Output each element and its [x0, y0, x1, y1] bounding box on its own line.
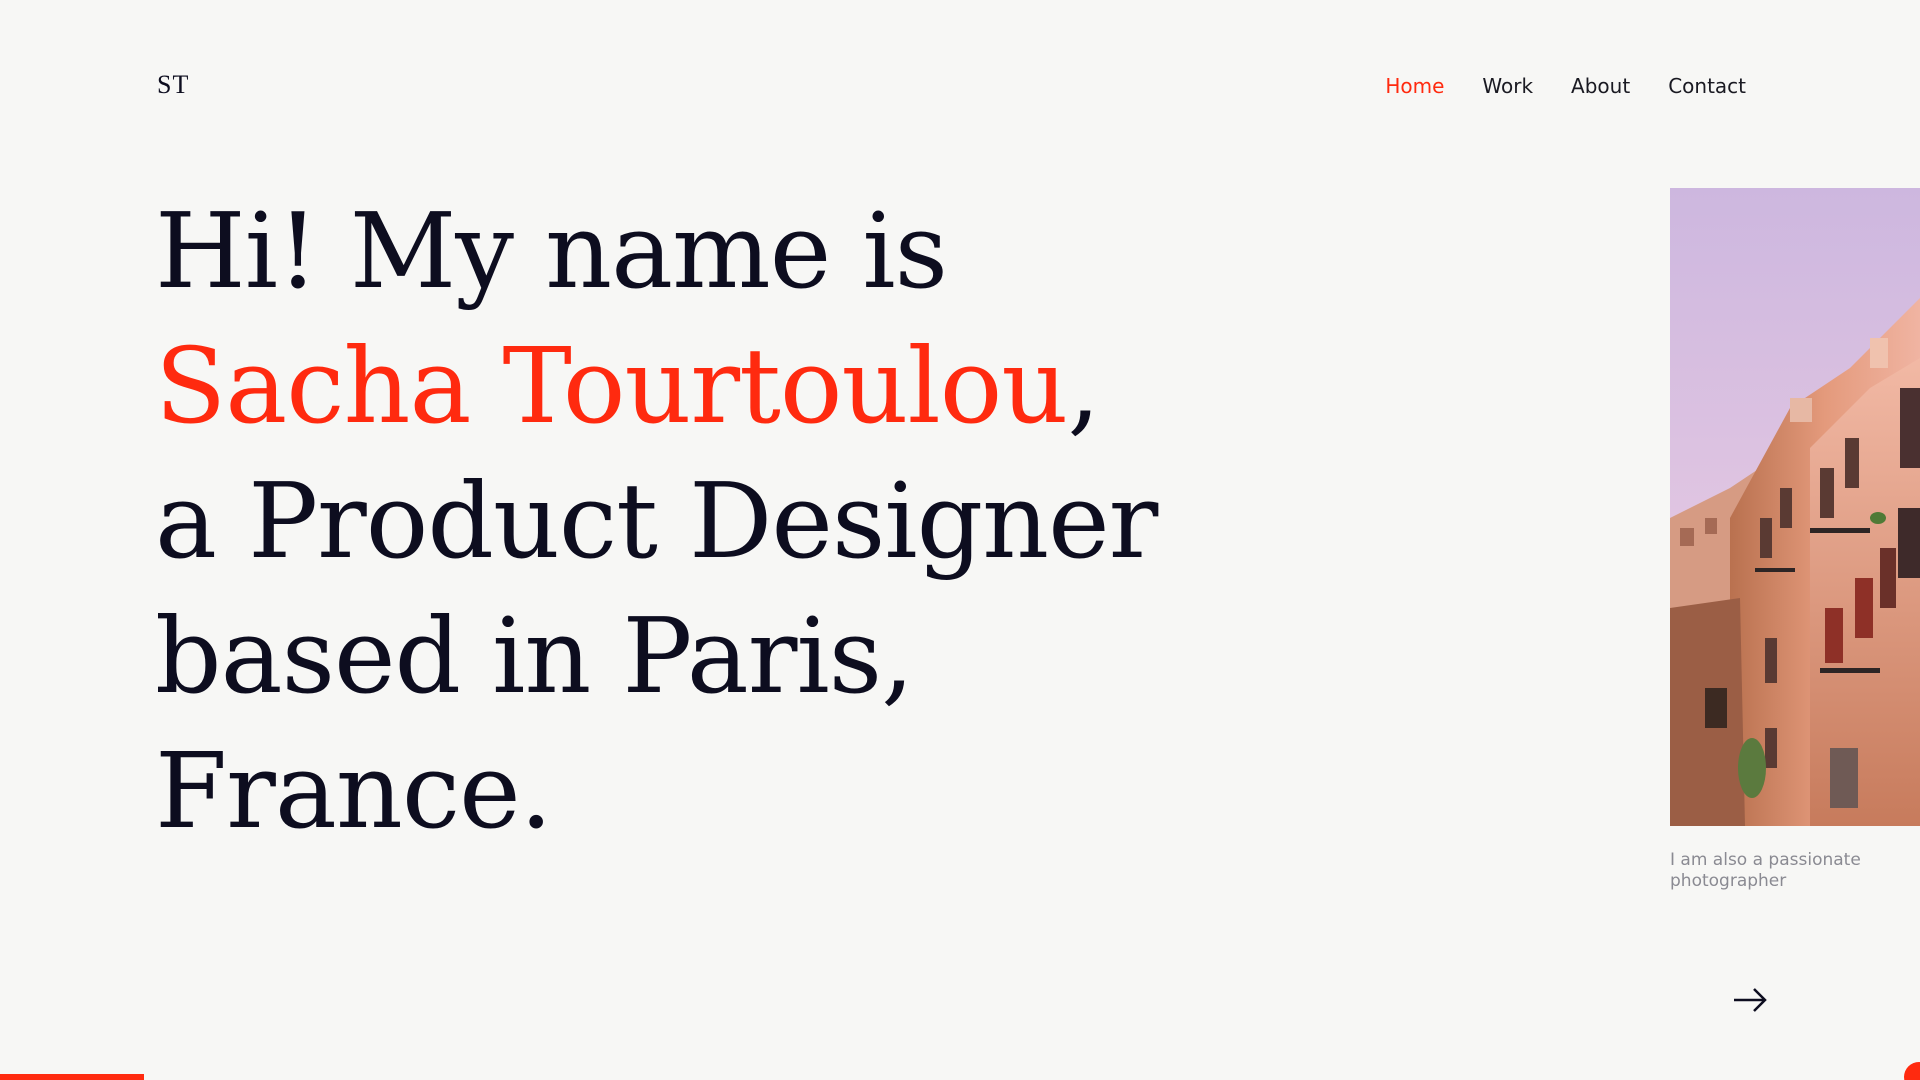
- logo[interactable]: ST: [157, 70, 189, 100]
- photo-caption: I am also a passionate photographer: [1670, 850, 1861, 891]
- building-photo: [1670, 188, 1920, 826]
- nav-about[interactable]: About: [1571, 74, 1630, 98]
- hero-line-2: Sacha Tourtoulou,: [155, 319, 1157, 454]
- hero-heading: Hi! My name is Sacha Tourtoulou, a Produ…: [155, 184, 1158, 859]
- arrow-right-icon: [1734, 988, 1767, 1012]
- featured-photo[interactable]: [1670, 188, 1920, 826]
- next-button[interactable]: [1730, 980, 1770, 1020]
- nav-work[interactable]: Work: [1482, 74, 1533, 98]
- hero-name-suffix: ,: [1067, 325, 1100, 447]
- nav-home[interactable]: Home: [1385, 74, 1444, 98]
- hero-line-1: Hi! My name is: [155, 190, 948, 312]
- main-nav: Home Work About Contact: [1385, 74, 1746, 98]
- hero-line-4: based in Paris,: [155, 595, 914, 717]
- progress-bar: [0, 1074, 144, 1080]
- hero-line-5: France.: [155, 730, 553, 852]
- hero-line-3: a Product Designer: [155, 460, 1158, 582]
- hero-name: Sacha Tourtoulou: [155, 325, 1068, 447]
- cursor-dot: [1904, 1062, 1920, 1080]
- nav-contact[interactable]: Contact: [1668, 74, 1746, 98]
